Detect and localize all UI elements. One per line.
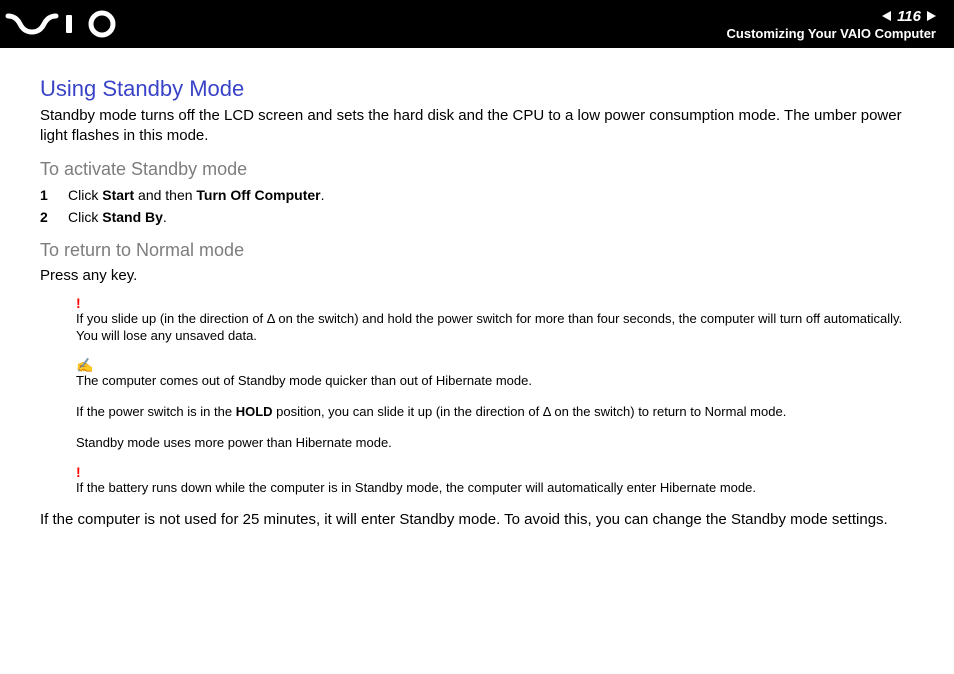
tip-text: The computer comes out of Standby mode q… <box>76 372 922 389</box>
tip-text: Standby mode uses more power than Hibern… <box>76 435 392 450</box>
page-title: Using Standby Mode <box>40 76 922 102</box>
tip-note: ✍ The computer comes out of Standby mode… <box>76 358 922 389</box>
page-number: 116 <box>897 8 921 25</box>
activate-heading: To activate Standby mode <box>40 159 922 180</box>
page-content: Using Standby Mode Standby mode turns of… <box>0 48 954 530</box>
tip-note: Standby mode uses more power than Hibern… <box>76 434 922 451</box>
return-heading: To return to Normal mode <box>40 240 922 261</box>
section-label: Customizing Your VAIO Computer <box>727 26 936 41</box>
notes-section: ! If you slide up (in the direction of Δ… <box>40 296 922 497</box>
step-item: 1 Click Start and then Turn Off Computer… <box>40 184 922 206</box>
warning-icon: ! <box>76 296 922 310</box>
page-header: 116 Customizing Your VAIO Computer <box>0 0 954 48</box>
tip-icon: ✍ <box>76 358 922 372</box>
step-item: 2 Click Stand By. <box>40 206 922 228</box>
next-page-arrow-icon[interactable] <box>927 11 936 21</box>
page-nav: 116 <box>882 8 936 25</box>
step-number: 2 <box>40 209 54 225</box>
warning-text: If you slide up (in the direction of Δ o… <box>76 310 922 344</box>
closing-paragraph: If the computer is not used for 25 minut… <box>40 510 922 530</box>
prev-page-arrow-icon[interactable] <box>882 11 891 21</box>
step-number: 1 <box>40 187 54 203</box>
warning-note: ! If the battery runs down while the com… <box>76 465 922 496</box>
warning-icon: ! <box>76 465 922 479</box>
warning-text: If the battery runs down while the compu… <box>76 479 922 496</box>
return-body: Press any key. <box>40 267 922 284</box>
step-text: Click Stand By. <box>68 209 167 225</box>
intro-paragraph: Standby mode turns off the LCD screen an… <box>40 106 922 147</box>
tip-note: If the power switch is in the HOLD posit… <box>76 403 922 420</box>
warning-note: ! If you slide up (in the direction of Δ… <box>76 296 922 344</box>
step-text: Click Start and then Turn Off Computer. <box>68 187 324 203</box>
tip-text: If the power switch is in the HOLD posit… <box>76 404 786 419</box>
vaio-logo <box>2 0 142 48</box>
activate-steps: 1 Click Start and then Turn Off Computer… <box>40 184 922 228</box>
